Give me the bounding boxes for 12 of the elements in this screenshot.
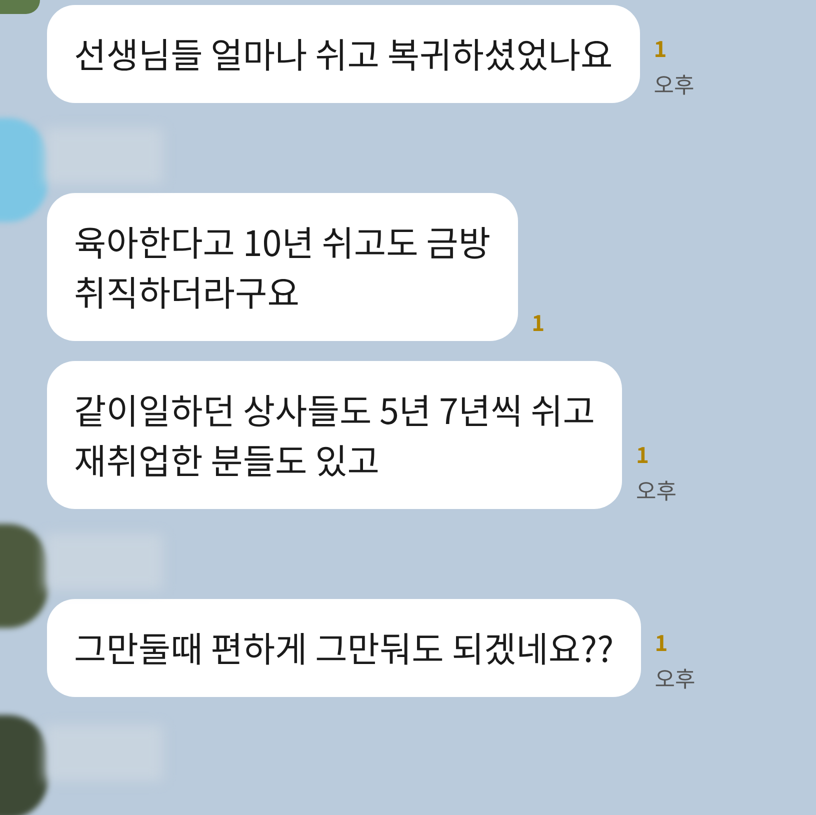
unread-count: 1 [636,443,650,465]
message-bubble: 선생님들 얼마나 쉬고 복귀하셨었나요 [47,5,640,103]
message-time: 오후 [636,479,676,501]
unread-count: 1 [654,631,669,653]
unread-count: 1 [654,37,668,59]
message-time: 오후 [654,73,694,95]
message-bubble: 육아한다고 10년 쉬고도 금방 취직하더라구요 [47,193,518,341]
avatar[interactable] [0,0,40,14]
message-time: 오후 [654,667,696,689]
unread-count: 1 [532,311,545,333]
message-bubble: 그만둘때 편하게 그만둬도 되겠네요?? [47,599,641,697]
message-bubble: 같이일하던 상사들도 5년 7년씩 쉬고 재취업한 분들도 있고 [47,361,622,509]
